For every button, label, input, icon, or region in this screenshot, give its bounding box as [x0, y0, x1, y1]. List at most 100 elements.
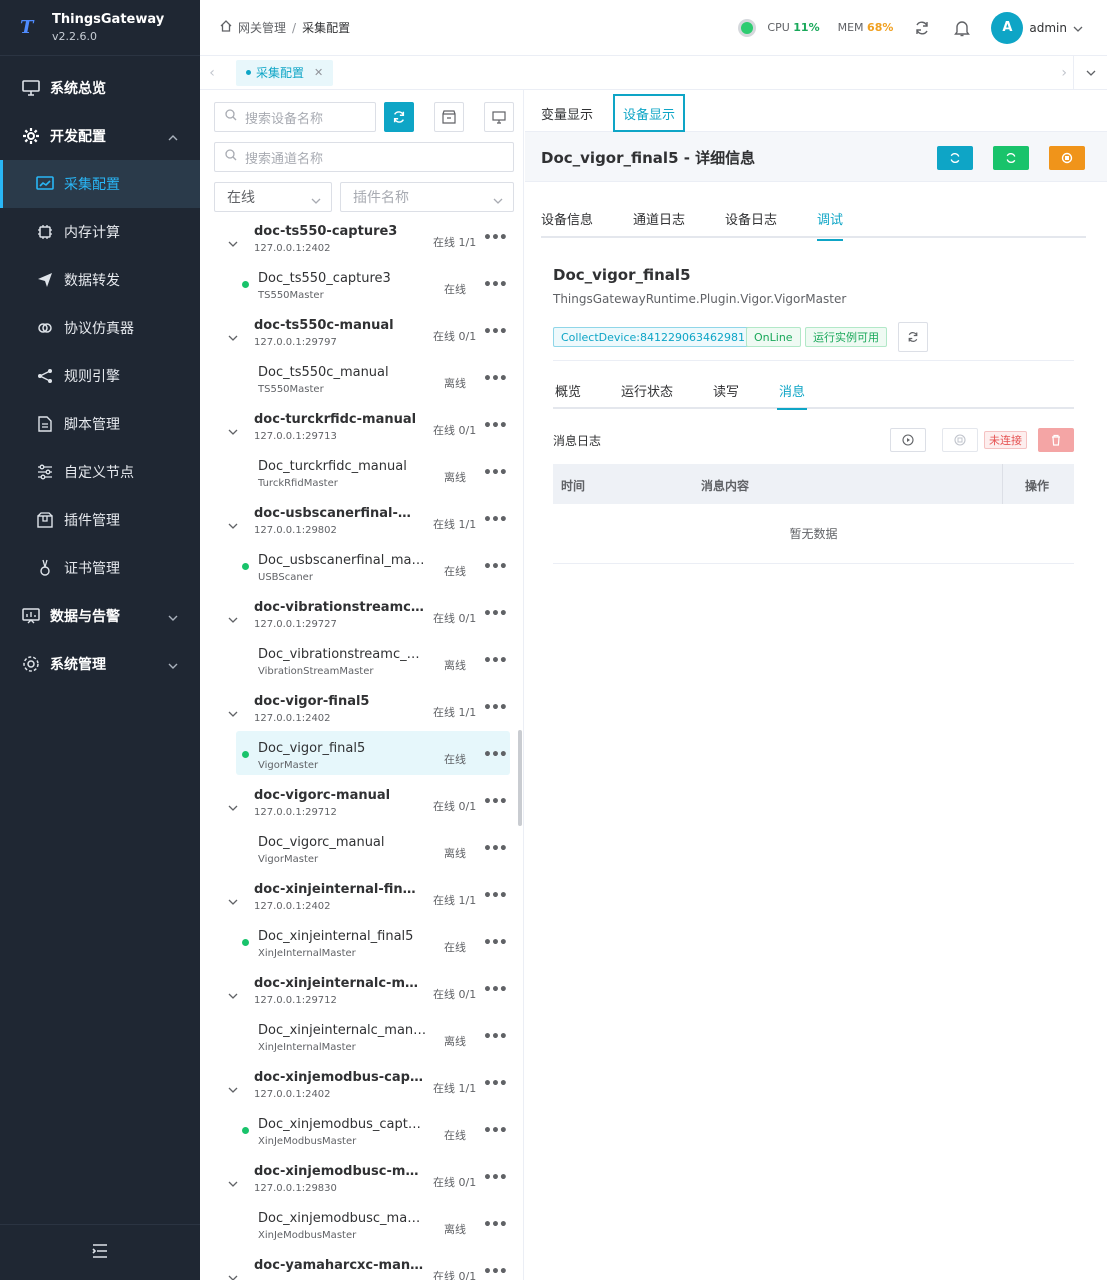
refresh-status-button[interactable]	[898, 322, 928, 352]
sidebar-item-collect-config[interactable]: 采集配置	[0, 160, 200, 208]
tree-channel-row[interactable]: doc-vibrationstreamc-man... 127.0.0.1:297…	[200, 600, 516, 647]
chevron-down-icon[interactable]	[228, 612, 238, 627]
chevron-down-icon[interactable]	[228, 1270, 238, 1280]
user-menu[interactable]: A admin	[991, 11, 1083, 44]
search-device-input[interactable]: 搜索设备名称	[214, 102, 376, 132]
more-icon[interactable]: •••	[483, 418, 508, 434]
more-icon[interactable]: •••	[483, 559, 508, 575]
tab-overview[interactable]: 概览	[555, 381, 581, 400]
tree-device-row[interactable]: Doc_vigor_final5 VigorMaster 在线 •••	[200, 731, 516, 788]
tree-channel-row[interactable]: doc-turckrfidc-manual 127.0.0.1:29713 在线 0…	[200, 412, 516, 459]
chevron-down-icon[interactable]	[228, 236, 238, 251]
sidebar-item-cert-manage[interactable]: 证书管理	[0, 544, 200, 592]
play-button[interactable]	[890, 428, 926, 452]
chevron-down-icon[interactable]	[228, 518, 238, 533]
tab-collect-config[interactable]: 采集配置 ✕	[236, 59, 334, 86]
tab-variable-view[interactable]: 变量显示	[541, 104, 593, 123]
tree-channel-row[interactable]: doc-vigorc-manual 127.0.0.1:29712 在线 0/1 ••…	[200, 788, 516, 835]
more-icon[interactable]: •••	[483, 371, 508, 387]
more-icon[interactable]: •••	[483, 1123, 508, 1139]
tab-messages[interactable]: 消息	[776, 381, 808, 410]
search-channel-input[interactable]: 搜索通道名称	[214, 142, 514, 172]
tree-device-row[interactable]: Doc_vigorc_manual VigorMaster 离线 •••	[200, 835, 516, 882]
refresh-tree-button[interactable]	[384, 102, 414, 132]
tab-device-view[interactable]: 设备显示	[613, 94, 685, 132]
more-icon[interactable]: •••	[483, 982, 508, 998]
shop-icon[interactable]	[434, 102, 464, 132]
tab-run-status[interactable]: 运行状态	[621, 381, 673, 400]
collapse-sidebar-button[interactable]	[0, 1224, 200, 1280]
subtab-device-log[interactable]: 设备日志	[725, 209, 777, 228]
sidebar-item-script-manage[interactable]: 脚本管理	[0, 400, 200, 448]
more-icon[interactable]: •••	[483, 606, 508, 622]
tree-device-row[interactable]: Doc_ts550_capture3 TS550Master 在线 •••	[200, 271, 516, 318]
subtab-device-info[interactable]: 设备信息	[541, 209, 593, 228]
tab-scroll-right[interactable]: ›	[1061, 65, 1067, 81]
tree-device-row[interactable]: Doc_xinjeinternal_final5 XinJeInternalMas…	[200, 929, 516, 976]
sidebar-group-dev-config[interactable]: 开发配置	[0, 112, 200, 160]
refresh-button[interactable]	[911, 17, 933, 39]
bell-icon[interactable]	[951, 17, 973, 39]
chevron-down-icon[interactable]	[228, 1082, 238, 1097]
sidebar-item-protocol-simulator[interactable]: 协议仿真器	[0, 304, 200, 352]
tree-device-row[interactable]: Doc_turckrfidc_manual TurckRfidMaster 离线 ••…	[200, 459, 516, 506]
tree-channel-row[interactable]: doc-usbscanerfinal-manual 127.0.0.1:29802…	[200, 506, 516, 553]
close-icon[interactable]: ✕	[314, 66, 323, 79]
chevron-down-icon[interactable]	[228, 894, 238, 909]
tab-dropdown[interactable]	[1073, 55, 1107, 90]
stop-button[interactable]	[1049, 146, 1085, 170]
chevron-down-icon[interactable]	[228, 800, 238, 815]
tree-device-row[interactable]: Doc_xinjeinternalc_manual XinJeInternalMa…	[200, 1023, 516, 1070]
tree-scrollbar[interactable]	[518, 730, 522, 826]
sidebar-item-plugin-manage[interactable]: 插件管理	[0, 496, 200, 544]
tree-device-row[interactable]: Doc_usbscanerfinal_manual USBScaner 在线 •••	[200, 553, 516, 600]
more-icon[interactable]: •••	[483, 324, 508, 340]
more-icon[interactable]: •••	[483, 512, 508, 528]
status-filter-select[interactable]: 在线	[214, 182, 332, 212]
more-icon[interactable]: •••	[483, 841, 508, 857]
more-icon[interactable]: •••	[483, 465, 508, 481]
tree-channel-row[interactable]: doc-xinjemodbusc-manual 127.0.0.1:29830 在线…	[200, 1164, 516, 1211]
tree-device-row[interactable]: Doc_vibrationstreamc_manual VibrationStre…	[200, 647, 516, 694]
tree-channel-row[interactable]: doc-ts550c-manual 127.0.0.1:29797 在线 0/1 ••…	[200, 318, 516, 365]
desktop-icon[interactable]	[484, 102, 514, 132]
tree-channel-row[interactable]: doc-xinjeinternal-final5 127.0.0.1:2402 在线…	[200, 882, 516, 929]
sidebar-item-rule-engine[interactable]: 规则引擎	[0, 352, 200, 400]
tree-device-row[interactable]: Doc_xinjemodbusc_manual XinJeModbusMaster…	[200, 1211, 516, 1258]
more-icon[interactable]: •••	[483, 1076, 508, 1092]
home-icon[interactable]	[220, 20, 232, 35]
chevron-down-icon[interactable]	[228, 1176, 238, 1191]
chevron-down-icon[interactable]	[228, 424, 238, 439]
sidebar-group-system[interactable]: 系统管理	[0, 640, 200, 688]
tree-device-row[interactable]: Doc_xinjemodbus_capture3 XinJeModbusMaste…	[200, 1117, 516, 1164]
tree-channel-row[interactable]: doc-ts550-capture3 127.0.0.1:2402 在线 1/1 ••…	[200, 224, 516, 271]
chevron-down-icon[interactable]	[228, 988, 238, 1003]
plugin-filter-select[interactable]: 插件名称	[340, 182, 514, 212]
chevron-down-icon[interactable]	[228, 330, 238, 345]
more-icon[interactable]: •••	[483, 794, 508, 810]
delete-button[interactable]	[1038, 428, 1074, 452]
tab-read-write[interactable]: 读写	[713, 381, 739, 400]
subtab-channel-log[interactable]: 通道日志	[633, 209, 685, 228]
more-icon[interactable]: •••	[483, 1029, 508, 1045]
pause-button[interactable]	[942, 428, 978, 452]
subtab-debug[interactable]: 调试	[817, 209, 844, 241]
more-icon[interactable]: •••	[483, 1170, 508, 1186]
more-icon[interactable]: •••	[483, 653, 508, 669]
tree-device-row[interactable]: Doc_ts550c_manual TS550Master 离线 •••	[200, 365, 516, 412]
chevron-down-icon[interactable]	[228, 706, 238, 721]
tree-channel-row[interactable]: doc-xinjemodbus-capture3 127.0.0.1:2402 在线…	[200, 1070, 516, 1117]
sidebar-item-custom-node[interactable]: 自定义节点	[0, 448, 200, 496]
more-icon[interactable]: •••	[483, 1217, 508, 1233]
more-icon[interactable]: •••	[483, 888, 508, 904]
restart-button[interactable]	[993, 146, 1029, 170]
more-icon[interactable]: •••	[483, 230, 508, 246]
sidebar-item-memory-compute[interactable]: 内存计算	[0, 208, 200, 256]
tree-channel-row[interactable]: doc-yamaharcxc-manual 在线 0/1 •••	[200, 1258, 516, 1280]
more-icon[interactable]: •••	[483, 1264, 508, 1280]
refresh-detail-button[interactable]	[937, 146, 973, 170]
sidebar-item-data-forward[interactable]: 数据转发	[0, 256, 200, 304]
more-icon[interactable]: •••	[483, 700, 508, 716]
more-icon[interactable]: •••	[483, 747, 508, 763]
sidebar-group-data-alarm[interactable]: 数据与告警	[0, 592, 200, 640]
